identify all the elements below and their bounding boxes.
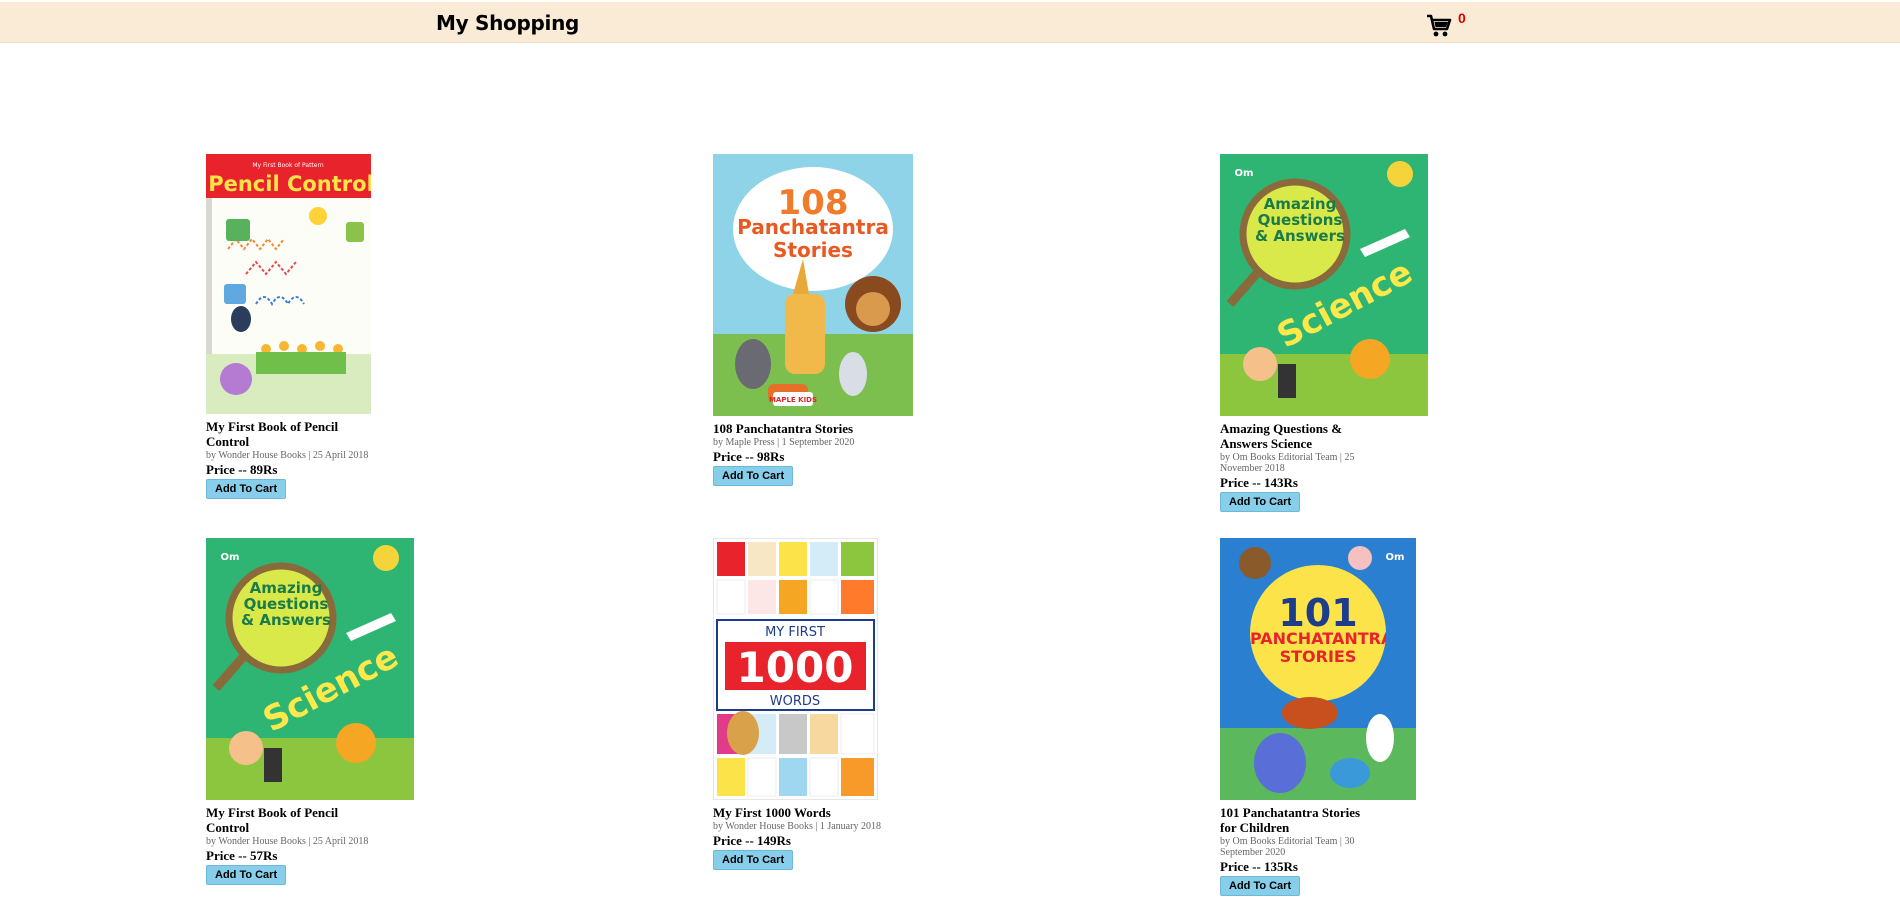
add-to-cart-button[interactable]: Add To Cart [1220, 492, 1301, 512]
product-card: MY FIRST 1000 WORDS My First 1000 Words … [713, 538, 943, 870]
brand-title[interactable]: My Shopping [436, 11, 579, 35]
book-cover-image[interactable]: My First Book of Pattern Pencil Control [206, 154, 371, 414]
product-card: Om Amazing Questions & Answers Science A… [1220, 154, 1450, 512]
book-cover-image[interactable]: MY FIRST 1000 WORDS [713, 538, 878, 800]
svg-text:MY FIRST: MY FIRST [765, 625, 825, 640]
product-card: 108 Panchatantra Stories MAPLE KIDS 108 … [713, 154, 943, 486]
product-price: Price -- 143Rs [1220, 475, 1298, 490]
svg-text:WORDS: WORDS [770, 694, 820, 709]
product-card: My First Book of Pattern Pencil Control … [206, 154, 436, 499]
svg-text:Om: Om [1235, 168, 1254, 179]
svg-text:MAPLE KIDS: MAPLE KIDS [769, 396, 817, 404]
book-cover-image[interactable]: Om Amazing Questions & Answers Science [1220, 154, 1428, 416]
add-to-cart-button[interactable]: Add To Cart [713, 850, 794, 870]
product-price: Price -- 98Rs [713, 449, 785, 464]
add-to-cart-button[interactable]: Add To Cart [713, 466, 794, 486]
product-meta: by Wonder House Books | 25 April 2018 [206, 450, 369, 461]
product-title: Amazing Questions & Answers Science [1220, 421, 1343, 451]
svg-text:Om: Om [1386, 552, 1405, 563]
add-to-cart-button[interactable]: Add To Cart [206, 865, 287, 885]
svg-text:Om: Om [221, 552, 240, 563]
product-price: Price -- 149Rs [713, 833, 791, 848]
product-title: 101 Panchatantra Stories for Children [1220, 805, 1361, 835]
shopping-cart-icon [1427, 14, 1452, 37]
product-price: Price -- 135Rs [1220, 859, 1298, 874]
book-cover-image[interactable]: Om Amazing Questions & Answers Science [206, 538, 414, 800]
product-meta: by Om Books Editorial Team | 30 Septembe… [1220, 836, 1355, 858]
book-cover-image[interactable]: 108 Panchatantra Stories MAPLE KIDS [713, 154, 913, 416]
cart-button[interactable]: 0 [1426, 10, 1466, 42]
product-title: 108 Panchatantra Stories [713, 421, 854, 436]
product-meta: by Wonder House Books | 1 January 2018 [713, 821, 881, 832]
add-to-cart-button[interactable]: Add To Cart [206, 479, 287, 499]
product-title: My First Book of Pencil Control [206, 419, 339, 449]
svg-text:Pencil Control: Pencil Control [208, 172, 371, 196]
product-card: Om Amazing Questions & Answers Science M… [206, 538, 436, 885]
product-price: Price -- 57Rs [206, 848, 278, 863]
svg-text:My First Book of Pattern: My First Book of Pattern [252, 162, 323, 169]
product-price: Price -- 89Rs [206, 462, 278, 477]
book-cover-image[interactable]: Om 101 PANCHATANTRA STORIES [1220, 538, 1416, 800]
product-meta: by Wonder House Books | 25 April 2018 [206, 836, 369, 847]
product-title: My First 1000 Words [713, 805, 831, 820]
product-card: Om 101 PANCHATANTRA STORIES 101 Panchata… [1220, 538, 1450, 896]
product-meta: by Om Books Editorial Team | 25 November… [1220, 452, 1355, 474]
cart-count-badge: 0 [1458, 10, 1466, 26]
navbar: My Shopping 0 [0, 2, 1900, 43]
svg-text:101: 101 [1278, 591, 1357, 635]
add-to-cart-button[interactable]: Add To Cart [1220, 876, 1301, 896]
svg-text:1000: 1000 [737, 643, 854, 692]
product-meta: by Maple Press | 1 September 2020 [713, 437, 855, 448]
product-title: My First Book of Pencil Control [206, 805, 339, 835]
